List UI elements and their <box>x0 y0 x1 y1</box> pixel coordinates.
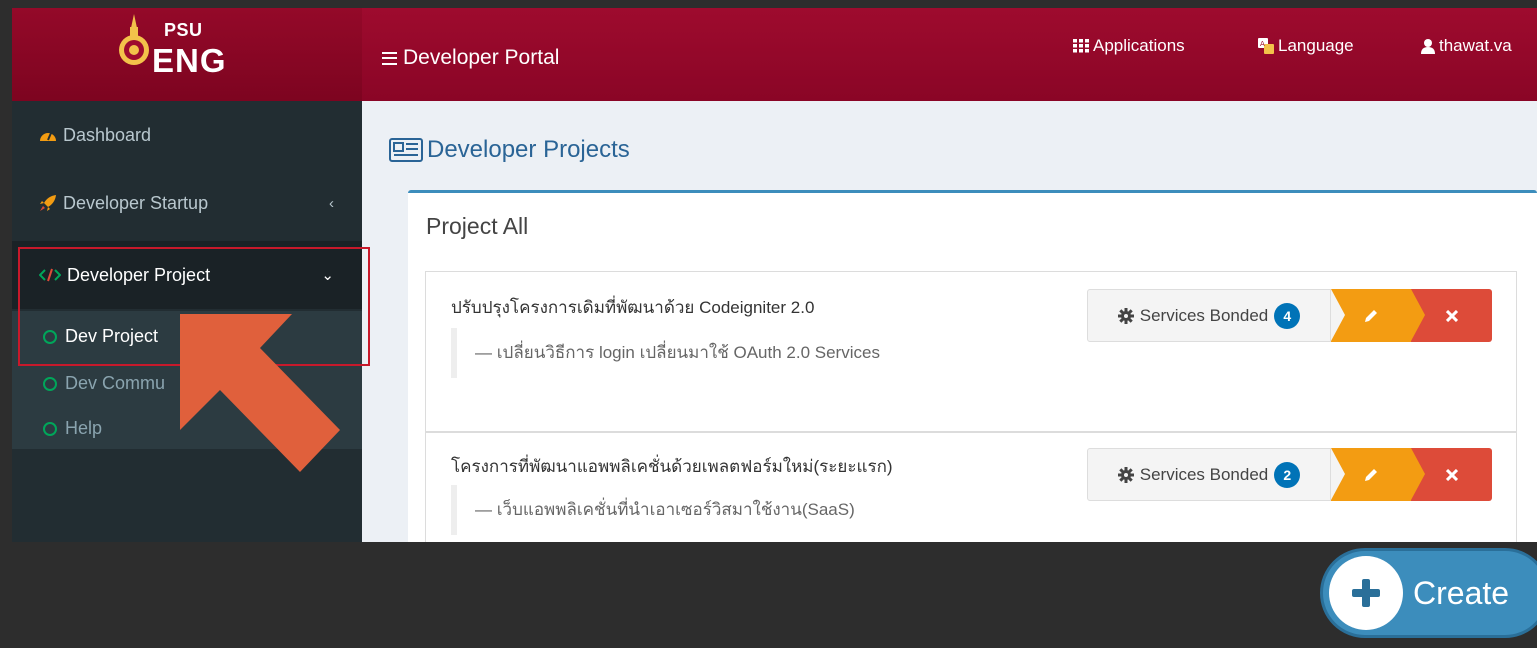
gear-icon <box>1117 466 1134 483</box>
svg-text:A: A <box>1260 40 1265 48</box>
services-count-badge: 2 <box>1274 461 1301 488</box>
nav-applications[interactable]: Applications <box>1073 36 1185 56</box>
rocket-icon <box>40 195 56 211</box>
portal-title: Developer Portal <box>382 46 559 70</box>
page-title: Developer Projects <box>389 136 630 164</box>
chevron-left-icon: ‹ <box>329 194 334 212</box>
submenu-item-dev-community[interactable]: Dev Commu <box>43 373 165 394</box>
sidebar-item-label: Dashboard <box>63 124 152 145</box>
project-actions: Services Bonded 4 <box>1087 289 1492 342</box>
nav-applications-label: Applications <box>1093 36 1185 55</box>
circle-icon <box>43 376 57 391</box>
submenu-item-label: Help <box>65 418 103 438</box>
edit-button[interactable] <box>1331 289 1411 342</box>
nav-language-label: Language <box>1278 36 1354 55</box>
submenu-item-help[interactable]: Help <box>43 418 102 439</box>
dashboard-icon <box>40 132 56 141</box>
nav-language[interactable]: A Language <box>1258 36 1354 56</box>
services-bonded-button[interactable]: Services Bonded 4 <box>1087 289 1331 342</box>
gear-icon <box>1117 307 1134 324</box>
project-name: ปรับปรุงโครงการเดิมที่พัฒนาด้วย Codeigni… <box>451 298 815 317</box>
language-icon: A <box>1258 38 1274 54</box>
newspaper-icon <box>389 138 423 162</box>
project-description: — เปลี่ยนวิธีการ login เปลี่ยนมาใช้ OAut… <box>451 328 880 378</box>
project-card: ปรับปรุงโครงการเดิมที่พัฒนาด้วย Codeigni… <box>425 271 1517 432</box>
services-bonded-label: Services Bonded <box>1139 305 1269 325</box>
page-title-text: Developer Projects <box>427 136 630 163</box>
submenu-item-label: Dev Commu <box>65 373 166 393</box>
projects-box: Project All ปรับปรุงโครงการเดิมที่พัฒนาด… <box>408 190 1537 542</box>
edit-button[interactable] <box>1331 448 1411 501</box>
nav-user-label: thawat.va <box>1439 36 1512 55</box>
logo-eng-text: ENG <box>152 42 227 79</box>
close-icon <box>1445 468 1458 481</box>
project-name: โครงการที่พัฒนาแอพพลิเคชั่นด้วยเพลตฟอร์ม… <box>451 457 893 476</box>
university-emblem-icon <box>119 14 149 65</box>
main-content: Developer Projects Project All ปรับปรุงโ… <box>362 101 1537 542</box>
create-button-label: Create <box>1413 574 1510 611</box>
delete-button[interactable] <box>1411 448 1492 501</box>
delete-button[interactable] <box>1411 289 1492 342</box>
hamburger-menu-icon[interactable] <box>382 51 397 65</box>
grid-icon <box>1073 39 1089 53</box>
nav-user[interactable]: thawat.va <box>1421 36 1512 56</box>
top-header: PSU ENG Developer Portal Applications A … <box>12 8 1537 101</box>
services-bonded-button[interactable]: Services Bonded 2 <box>1087 448 1331 501</box>
sidebar-item-developer-startup[interactable]: Developer Startup ‹ <box>12 169 362 237</box>
sidebar-item-dashboard[interactable]: Dashboard <box>12 101 362 169</box>
pencil-icon <box>1365 309 1377 322</box>
user-icon <box>1421 38 1435 54</box>
arrow-annotation-icon <box>180 314 340 472</box>
portal-title-text: Developer Portal <box>403 46 560 69</box>
services-count-badge: 4 <box>1274 302 1301 329</box>
box-title: Project All <box>426 213 529 239</box>
sidebar-item-label: Developer Startup <box>63 192 209 213</box>
pencil-icon <box>1365 468 1377 481</box>
services-bonded-label: Services Bonded <box>1139 464 1269 484</box>
plus-icon <box>1329 556 1403 630</box>
logo[interactable]: PSU ENG <box>12 8 362 101</box>
project-card: โครงการที่พัฒนาแอพพลิเคชั่นด้วยเพลตฟอร์ม… <box>425 432 1517 542</box>
close-icon <box>1445 309 1458 322</box>
create-button[interactable]: Create <box>1320 548 1537 638</box>
project-description: — เว็บแอพพลิเคชั่นที่นำเอาเซอร์วิสมาใช้ง… <box>451 485 855 535</box>
logo-psu-text: PSU <box>164 20 203 40</box>
project-actions: Services Bonded 2 <box>1087 448 1492 501</box>
circle-icon <box>43 421 57 436</box>
